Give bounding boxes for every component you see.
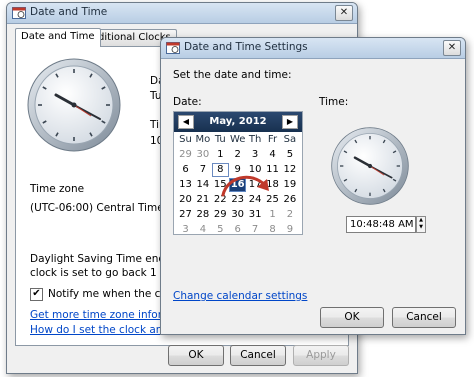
spin-down-icon[interactable]: ▼ (417, 224, 425, 231)
weekday-header: Fr (267, 134, 278, 145)
red-arrow-annotation (221, 175, 269, 197)
dialog-cancel-button[interactable]: Cancel (392, 307, 456, 328)
spin-up-icon[interactable]: ▲ (417, 217, 425, 224)
calendar-day[interactable]: 29 (212, 208, 229, 222)
analog-clock-icon (27, 58, 121, 152)
calendar-day[interactable]: 2 (281, 208, 298, 222)
calendar-day[interactable]: 4 (194, 223, 211, 237)
date-time-settings-dialog: Date and Time Settings ✕ Set the date an… (160, 37, 466, 335)
dialog-title: Date and Time Settings (184, 41, 308, 53)
set-date-time-instruction: Set the date and time: (173, 69, 292, 81)
time-section-label: Time: (319, 96, 349, 108)
date-section-label: Date: (173, 96, 202, 108)
calendar-day[interactable]: 20 (177, 193, 194, 207)
dialog-ok-button[interactable]: OK (320, 307, 384, 328)
timezone-heading: Time zone (30, 183, 85, 195)
dialog-titlebar: Date and Time Settings ✕ (161, 38, 465, 59)
notify-checkbox[interactable]: ✔ (30, 288, 43, 301)
calendar-day[interactable]: 5 (212, 223, 229, 237)
calendar-day[interactable]: 30 (194, 148, 211, 162)
calendar-day[interactable]: 3 (177, 223, 194, 237)
time-input[interactable]: 10:48:48 AM (346, 216, 416, 233)
change-calendar-settings-link[interactable]: Change calendar settings (173, 290, 307, 302)
tab-date-and-time[interactable]: Date and Time (15, 28, 101, 47)
weekday-header: Sa (283, 134, 297, 145)
time-spinner[interactable]: ▲ ▼ (416, 216, 426, 233)
analog-clock-icon (331, 127, 409, 205)
calendar-day[interactable]: 26 (281, 193, 298, 207)
calendar-day[interactable]: 29 (177, 148, 194, 162)
main-window-title: Date and Time (30, 6, 108, 18)
calendar-day[interactable]: 5 (281, 148, 298, 162)
calendar-day[interactable]: 7 (194, 163, 211, 177)
main-titlebar: Date and Time ✕ (7, 3, 357, 24)
calendar-clock-icon (166, 42, 180, 54)
dialog-close-button[interactable]: ✕ (443, 40, 461, 56)
calendar-day[interactable]: 6 (229, 223, 246, 237)
dialog-body: Set the date and time: Date: Time: ◀ May… (161, 59, 465, 334)
weekday-header: Mo (195, 134, 211, 145)
calendar-day[interactable]: 6 (177, 163, 194, 177)
weekday-header: We (229, 134, 246, 145)
calendar-day[interactable]: 1 (264, 208, 281, 222)
weekday-header: Su (179, 134, 192, 145)
calendar-day[interactable]: 4 (264, 148, 281, 162)
calendar-day[interactable]: 8 (264, 223, 281, 237)
calendar-day[interactable]: 28 (194, 208, 211, 222)
calendar-day[interactable]: 9 (281, 223, 298, 237)
calendar-day[interactable]: 31 (247, 208, 264, 222)
calendar-day[interactable]: 13 (177, 178, 194, 192)
calendar-header: ◀ May, 2012 ▶ (174, 112, 302, 132)
calendar-day[interactable]: 14 (194, 178, 211, 192)
weekday-header: Th (248, 134, 262, 145)
calendar-day[interactable]: 21 (194, 193, 211, 207)
main-close-button[interactable]: ✕ (335, 5, 353, 21)
calendar-day[interactable]: 12 (281, 163, 298, 177)
next-month-button[interactable]: ▶ (282, 115, 298, 129)
calendar-day[interactable]: 1 (212, 148, 229, 162)
calendar-clock-icon (12, 7, 26, 19)
main-ok-button[interactable]: OK (168, 345, 224, 366)
main-cancel-button[interactable]: Cancel (230, 345, 286, 366)
calendar-day[interactable]: 2 (229, 148, 246, 162)
weekday-header: Tu (214, 134, 226, 145)
calendar-day[interactable]: 30 (229, 208, 246, 222)
calendar-day[interactable]: 19 (281, 178, 298, 192)
calendar-day[interactable]: 3 (247, 148, 264, 162)
calendar-day[interactable]: 7 (247, 223, 264, 237)
main-apply-button[interactable]: Apply (293, 345, 349, 366)
calendar-day[interactable]: 27 (177, 208, 194, 222)
